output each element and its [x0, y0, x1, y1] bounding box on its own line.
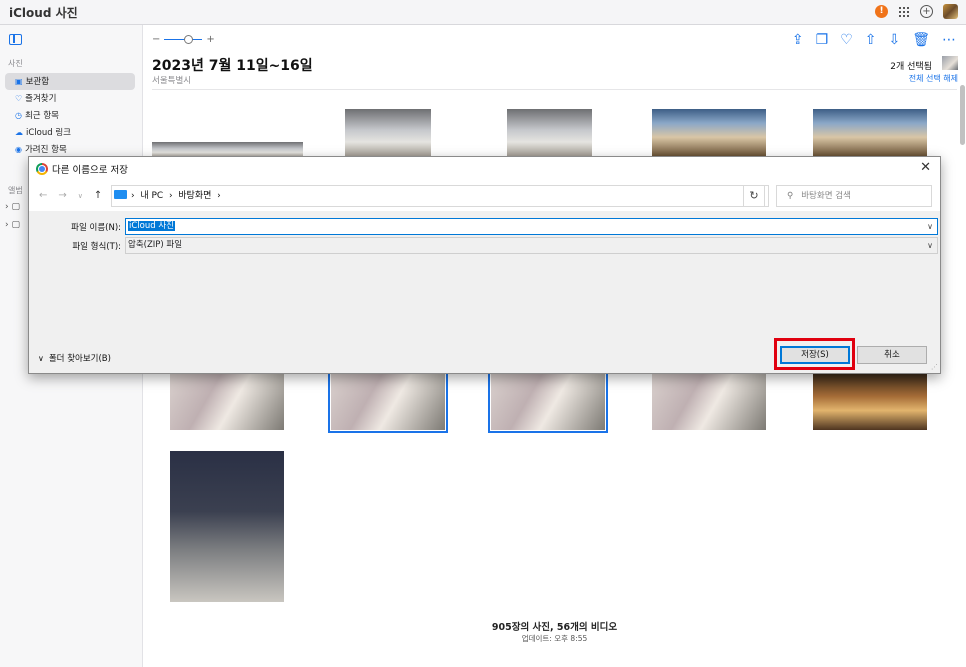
last-updated: 업데이트: 오후 8:55 — [521, 634, 588, 643]
browse-folders-label: 폴더 찾아보기(B) — [48, 354, 111, 364]
selection-thumbnail — [942, 56, 958, 70]
eye-icon: ◉ — [15, 145, 22, 154]
photo-thumbnail[interactable] — [813, 374, 927, 430]
sidebar-item-label: iCloud 링크 — [26, 128, 71, 138]
heart-icon: ♡ — [15, 94, 23, 103]
sidebar-item-library[interactable]: ▣ 보관함 — [5, 73, 135, 90]
photo-thumbnail[interactable] — [170, 374, 284, 430]
breadcrumb-separator: › — [217, 191, 221, 201]
filetype-value: 압축(ZIP) 파일 — [128, 240, 183, 250]
forward-arrow-icon[interactable]: → — [58, 190, 66, 202]
photo-thumbnail[interactable] — [152, 142, 303, 157]
breadcrumb-pc[interactable]: 내 PC — [140, 191, 163, 201]
app-title: iCloud 사진 — [7, 4, 78, 21]
breadcrumb-separator: › — [168, 191, 173, 201]
filetype-select[interactable]: 압축(ZIP) 파일 ∨ — [125, 237, 938, 254]
close-icon[interactable]: ✕ — [920, 160, 931, 175]
dialog-title: 다른 이름으로 저장 — [52, 165, 128, 176]
refresh-icon[interactable]: ↻ — [743, 185, 765, 207]
breadcrumb-separator: › — [131, 191, 135, 201]
resize-grip-icon[interactable]: ⋰ — [931, 363, 938, 371]
chevron-down-icon[interactable]: ∨ — [927, 238, 933, 253]
search-box[interactable]: ⚲ 바탕화면 검색 — [776, 185, 932, 207]
apps-grid-icon[interactable] — [898, 6, 910, 18]
upload-icon[interactable]: ⇪ — [792, 32, 804, 48]
page-title: 2023년 7월 11일~16일 — [152, 58, 313, 74]
trash-icon[interactable]: 🗑 — [912, 32, 930, 48]
sidebar-item-label: 가려진 항목 — [24, 145, 67, 155]
photo-thumbnail[interactable] — [507, 109, 592, 156]
sidebar-section-photos: 사진 — [8, 59, 23, 68]
deselect-all-link[interactable]: 전체 선택 해제 — [909, 73, 958, 84]
sidebar-item-recent[interactable]: ◷ 최근 항목 — [5, 107, 135, 124]
scrollbar[interactable] — [958, 65, 966, 665]
divider — [152, 89, 957, 90]
folder-expand-icon[interactable]: › ▢ — [5, 220, 20, 230]
nav-arrows: ← → ∨ ↑ — [39, 190, 102, 202]
chrome-icon — [36, 163, 48, 175]
save-button[interactable]: 저장(S) — [780, 346, 850, 364]
clock-icon: ◷ — [15, 111, 22, 120]
photo-thumbnail-selected[interactable] — [488, 371, 608, 433]
photo-toolbar: ⇪ ❐ ♡ ⇧ ⇩ 🗑 ⋯ — [792, 32, 956, 48]
more-icon[interactable]: ⋯ — [942, 32, 956, 48]
photo-thumbnail[interactable] — [652, 109, 766, 156]
photo-thumbnail-selected[interactable] — [328, 371, 448, 433]
pc-icon — [114, 190, 127, 199]
up-arrow-icon[interactable]: ↑ — [94, 190, 102, 202]
folder-expand-icon[interactable]: › ▢ — [5, 202, 20, 212]
page-subtitle: 서울특별시 — [152, 76, 192, 86]
search-placeholder: 바탕화면 검색 — [801, 191, 851, 201]
sidebar-item-favorites[interactable]: ♡ 즐겨찾기 — [5, 90, 135, 107]
chevron-down-icon: ∨ — [38, 354, 44, 363]
sidebar-item-icloud-links[interactable]: ☁ iCloud 링크 — [5, 124, 135, 141]
photo-thumbnail[interactable] — [170, 451, 284, 602]
sidebar-item-label: 보관함 — [25, 77, 50, 87]
favorite-icon[interactable]: ♡ — [840, 32, 853, 48]
zoom-track[interactable] — [164, 35, 203, 44]
photo-thumbnail[interactable] — [813, 109, 927, 156]
address-bar[interactable]: › 내 PC › 바탕화면 › ∨ — [111, 185, 769, 207]
photo-thumbnail[interactable] — [652, 374, 766, 430]
top-bar-actions: ! + — [875, 4, 958, 19]
share-icon[interactable]: ⇧ — [865, 32, 877, 48]
zoom-slider[interactable]: − + — [152, 34, 215, 45]
sidebar-item-label: 즐겨찾기 — [25, 94, 57, 104]
library-icon: ▣ — [15, 77, 23, 86]
sidebar-item-label: 최근 항목 — [24, 111, 59, 121]
zoom-in-icon[interactable]: + — [206, 34, 214, 45]
back-arrow-icon[interactable]: ← — [39, 190, 47, 202]
browse-folders-toggle[interactable]: ∨ 폴더 찾아보기(B) — [38, 352, 111, 364]
sidebar-toggle-icon[interactable] — [9, 34, 22, 45]
cloud-link-icon: ☁ — [15, 128, 23, 137]
library-count: 905장의 사진, 56개의 비디오 — [491, 622, 618, 633]
recent-chevron-icon[interactable]: ∨ — [78, 190, 83, 202]
zoom-out-icon[interactable]: − — [152, 34, 160, 45]
filename-field[interactable]: iCloud 사진 ∨ — [125, 218, 938, 235]
download-icon[interactable]: ⇩ — [888, 32, 900, 48]
photo-thumbnail[interactable] — [345, 109, 431, 156]
filename-label: 파일 이름(N): — [71, 223, 121, 233]
app-title-text: iCloud 사진 — [9, 6, 78, 20]
search-icon: ⚲ — [787, 191, 794, 201]
cancel-button[interactable]: 취소 — [857, 346, 927, 364]
sidebar-section-albums: 앨범 — [8, 186, 23, 195]
selection-count: 2개 선택됨 — [890, 62, 932, 72]
zoom-knob[interactable] — [184, 35, 194, 44]
filename-value: iCloud 사진 — [128, 221, 175, 231]
filetype-label: 파일 형식(T): — [72, 242, 121, 252]
top-bar: iCloud 사진 ! + — [0, 0, 966, 25]
breadcrumb-desktop[interactable]: 바탕화면 — [178, 191, 211, 201]
avatar[interactable] — [943, 4, 958, 19]
scrollbar-thumb[interactable] — [960, 85, 965, 145]
dialog-titlebar: 다른 이름으로 저장 ✕ — [29, 157, 940, 181]
save-as-dialog: 다른 이름으로 저장 ✕ ← → ∨ ↑ › 내 PC › 바탕화면 › ∨ ↻… — [28, 156, 941, 374]
add-to-album-icon[interactable]: ❐ — [816, 32, 829, 48]
dialog-nav-row: ← → ∨ ↑ › 내 PC › 바탕화면 › ∨ ↻ ⚲ 바탕화면 검색 — [29, 181, 940, 211]
add-circle-icon[interactable]: + — [920, 5, 933, 18]
alert-icon[interactable]: ! — [875, 5, 888, 18]
chevron-down-icon[interactable]: ∨ — [927, 219, 933, 234]
